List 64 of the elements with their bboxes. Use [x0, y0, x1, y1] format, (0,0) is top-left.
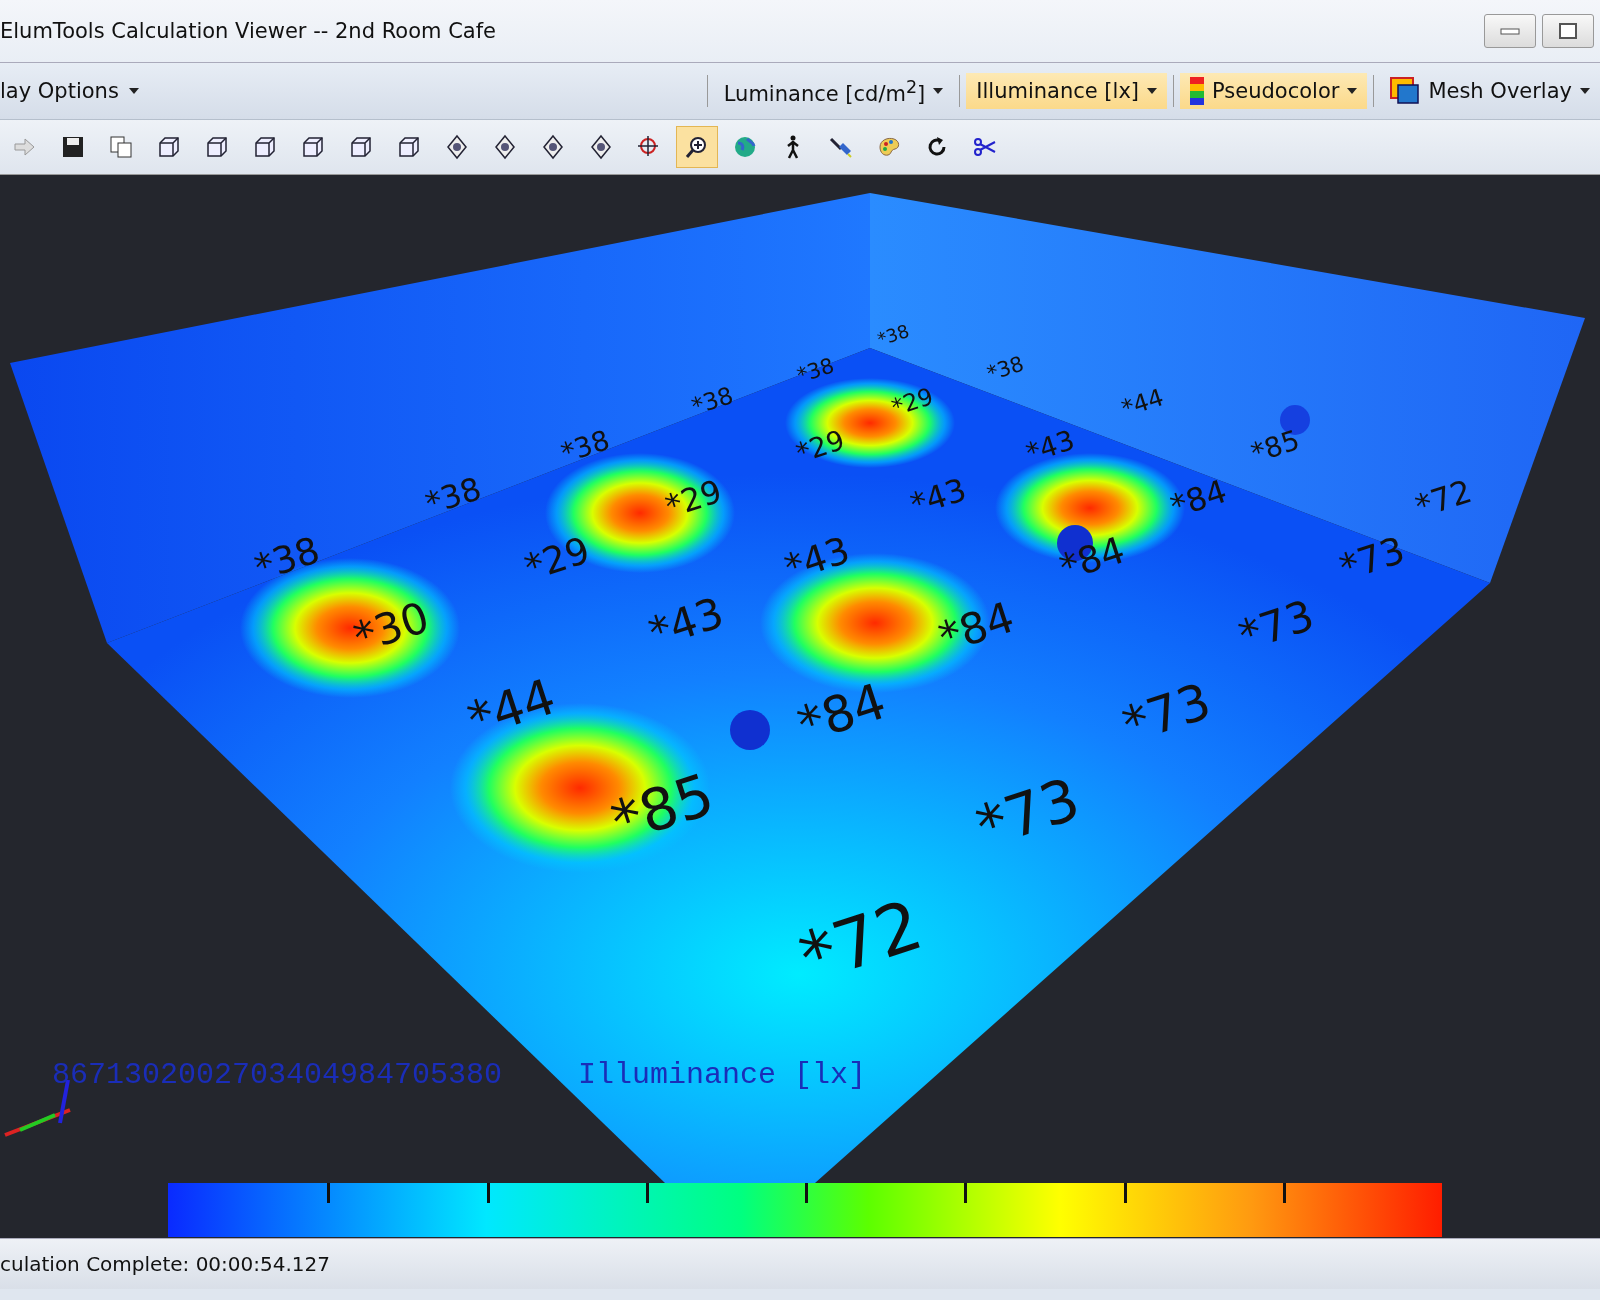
illuminance-value: *85: [1247, 424, 1304, 469]
illuminance-value: *73: [1232, 590, 1320, 661]
illuminance-value: *84: [790, 671, 893, 755]
illuminance-value: *84: [1165, 472, 1232, 526]
caret-icon: [1347, 88, 1358, 94]
illuminance-value: *38: [874, 319, 912, 350]
window-title: ElumTools Calculation Viewer -- 2nd Room Cafe: [0, 19, 497, 43]
illuminance-value: *73: [968, 764, 1088, 862]
caret-icon: [1580, 88, 1590, 94]
minimize-icon: [1500, 27, 1520, 35]
display-mode-dropdown[interactable]: Pseudocolor: [1180, 73, 1368, 109]
cube-icon: [300, 134, 326, 160]
illuminance-value: *73: [1115, 671, 1218, 755]
view-icon: [588, 134, 614, 160]
illuminance-value: *85: [603, 759, 722, 857]
globe-icon: [732, 134, 758, 160]
illuminance-value: *84: [932, 591, 1020, 663]
illuminance-value: *38: [421, 470, 486, 522]
restore-icon: [1558, 22, 1578, 40]
legend-numbers: 8671302002703404984705380: [52, 1058, 503, 1092]
illuminance-value: *44: [1118, 383, 1167, 423]
illuminance-value: *84: [1054, 528, 1130, 590]
display-mode-dropdown[interactable]: Mesh Overlay: [1380, 73, 1600, 109]
illuminance-value: *29: [519, 528, 595, 590]
illuminance-value: *38: [793, 352, 837, 388]
illuminance-value: *38: [984, 351, 1027, 386]
illuminance-value: *38: [249, 528, 325, 590]
display-options-menu[interactable]: lay Options: [0, 79, 145, 103]
illuminance-value: *72: [790, 884, 932, 999]
illuminance-value: *30: [347, 591, 435, 663]
illuminance-value: *43: [642, 587, 730, 658]
view-icon: [540, 134, 566, 160]
caret-icon: [128, 88, 139, 94]
illuminance-value: *43: [906, 471, 971, 523]
copy-icon: [108, 134, 134, 160]
mesh-overlay-icon: [1390, 77, 1421, 105]
spectrum-icon: [1190, 77, 1205, 105]
status-text: culation Complete: 00:00:54.127: [0, 1252, 330, 1276]
cube-icon: [348, 134, 374, 160]
illuminance-value: *38: [688, 381, 737, 421]
cube-icon: [204, 134, 230, 160]
minimize-button[interactable]: [1484, 14, 1536, 48]
illuminance-value: *38: [557, 424, 614, 469]
illuminance-value: *29: [660, 472, 727, 526]
illuminance-value: *43: [779, 528, 855, 590]
illuminance-value: *44: [460, 667, 563, 750]
illuminance-value: *73: [1334, 528, 1410, 590]
display-mode-dropdown[interactable]: Luminance [cd/m$^{2}$]: [713, 73, 954, 109]
caret-icon: [933, 88, 944, 94]
cube-icon: [252, 134, 278, 160]
display-mode-dropdown[interactable]: Illuminance [lx]: [966, 73, 1168, 109]
caret-icon: [1147, 88, 1158, 94]
illuminance-value: *72: [1410, 472, 1477, 526]
legend-title: Illuminance [lx]: [578, 1058, 867, 1092]
toolbar-button[interactable]: [676, 126, 718, 168]
maximize-button[interactable]: [1542, 14, 1594, 48]
cube-icon: [156, 134, 182, 160]
view-icon: [492, 134, 518, 160]
cube-icon: [396, 134, 422, 160]
illuminance-value: *29: [888, 382, 937, 422]
illuminance-value: *29: [792, 424, 849, 469]
view-icon: [444, 134, 470, 160]
illuminance-value: *43: [1022, 424, 1079, 469]
save-icon: [60, 134, 86, 160]
